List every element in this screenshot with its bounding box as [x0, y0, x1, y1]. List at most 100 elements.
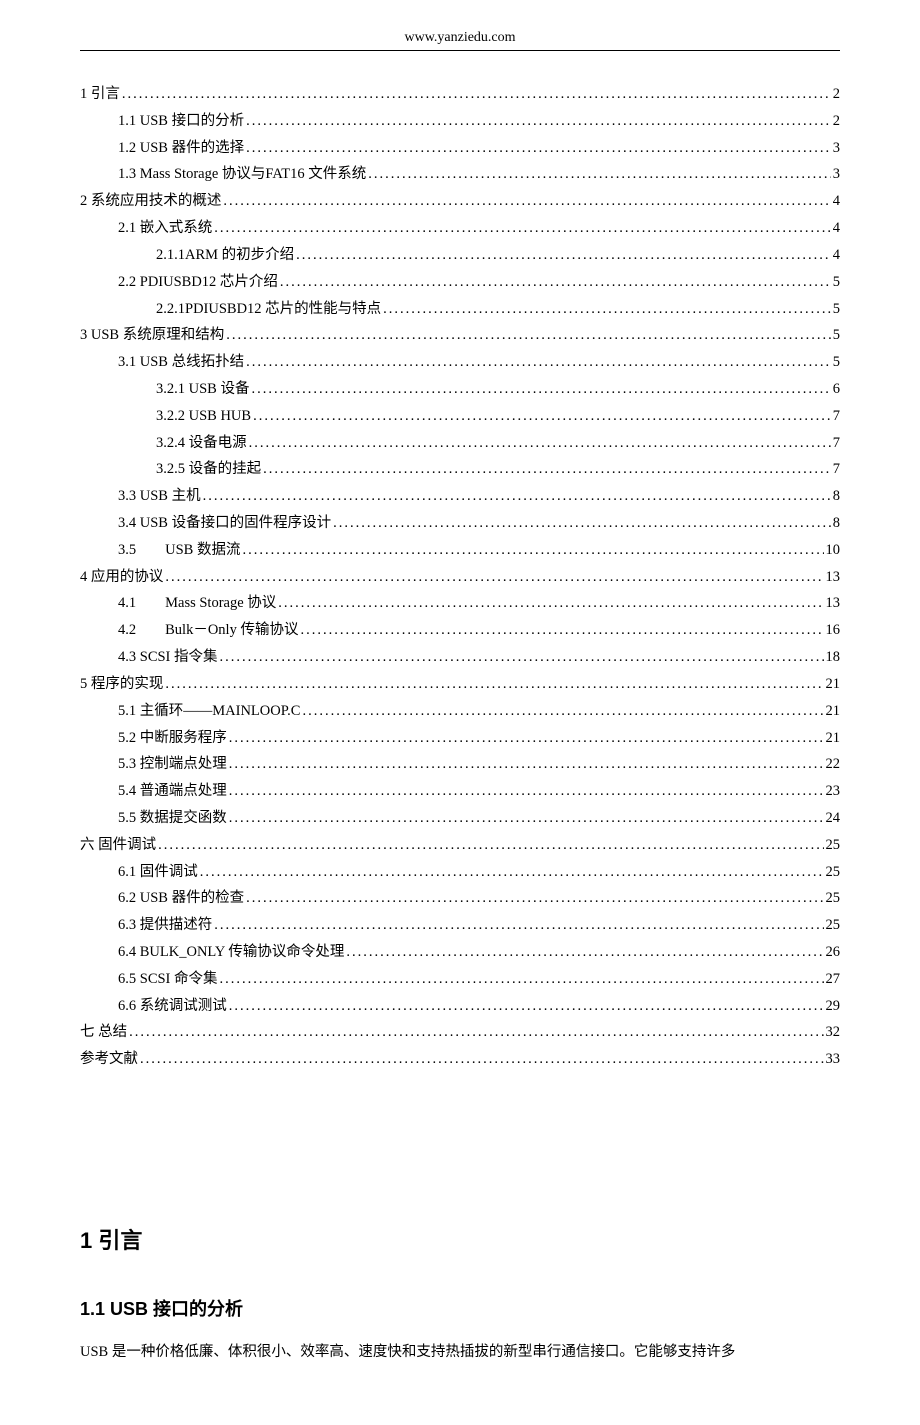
header-divider — [80, 50, 840, 51]
toc-entry[interactable]: 六 固件调试25 — [80, 832, 840, 859]
toc-leader-dots — [253, 403, 831, 430]
toc-entry-page: 7 — [833, 456, 840, 483]
toc-leader-dots — [249, 430, 831, 457]
toc-entry[interactable]: 5.5 数据提交函数24 — [80, 805, 840, 832]
toc-entry[interactable]: 6.2 USB 器件的检查25 — [80, 885, 840, 912]
toc-entry-title: 4.3 SCSI 指令集 — [118, 644, 218, 671]
toc-leader-dots — [368, 161, 831, 188]
toc-entry[interactable]: 3.4 USB 设备接口的固件程序设计 8 — [80, 510, 840, 537]
toc-entry[interactable]: 5.1 主循环——MAINLOOP.C 21 — [80, 698, 840, 725]
toc-entry[interactable]: 4 应用的协议 13 — [80, 564, 840, 591]
toc-entry[interactable]: 5 程序的实现21 — [80, 671, 840, 698]
toc-entry[interactable]: 3.2.4 设备电源7 — [80, 430, 840, 457]
toc-entry[interactable]: 5.4 普通端点处理23 — [80, 778, 840, 805]
section-heading-1: 1 引言 — [80, 1223, 840, 1255]
toc-entry-title: 4.2 Bulk－Only 传输协议 — [118, 617, 298, 644]
toc-entry-title: 七 总结 — [80, 1019, 127, 1046]
toc-entry-title: 1.3 Mass Storage 协议与FAT16 文件系统 — [118, 161, 366, 188]
toc-entry[interactable]: 1.2 USB 器件的选择3 — [80, 135, 840, 162]
toc-entry-page: 13 — [826, 564, 841, 591]
toc-entry[interactable]: 2.1.1ARM 的初步介绍4 — [80, 242, 840, 269]
toc-entry-page: 2 — [833, 81, 840, 108]
toc-leader-dots — [203, 483, 831, 510]
toc-entry-title: 3.2.2 USB HUB — [156, 403, 251, 430]
toc-entry-title: 参考文献 — [80, 1046, 138, 1073]
toc-entry[interactable]: 3.1 USB 总线拓扑结 5 — [80, 349, 840, 376]
toc-entry[interactable]: 6.6 系统调试测试29 — [80, 993, 840, 1020]
toc-entry[interactable]: 2.2.1PDIUSBD12 芯片的性能与特点5 — [80, 296, 840, 323]
toc-leader-dots — [333, 510, 831, 537]
body-paragraph: USB 是一种价格低廉、体积很小、效率高、速度快和支持热插拔的新型串行通信接口。… — [80, 1339, 840, 1365]
toc-leader-dots — [129, 1019, 823, 1046]
toc-entry-page: 3 — [833, 161, 840, 188]
toc-leader-dots — [229, 778, 824, 805]
toc-leader-dots — [278, 590, 823, 617]
toc-leader-dots — [263, 456, 831, 483]
toc-entry[interactable]: 1 引言2 — [80, 81, 840, 108]
toc-entry[interactable]: 1.3 Mass Storage 协议与FAT16 文件系统 3 — [80, 161, 840, 188]
toc-entry-page: 25 — [826, 885, 841, 912]
toc-entry-page: 33 — [826, 1046, 841, 1073]
toc-leader-dots — [220, 644, 824, 671]
toc-entry-title: 5.4 普通端点处理 — [118, 778, 227, 805]
toc-entry-page: 21 — [826, 698, 841, 725]
toc-entry[interactable]: 6.1 固件调试25 — [80, 859, 840, 886]
toc-entry[interactable]: 5.3 控制端点处理22 — [80, 751, 840, 778]
content-spacer — [80, 1073, 840, 1223]
toc-leader-dots — [214, 215, 831, 242]
section-heading-1-1: 1.1 USB 接口的分析 — [80, 1295, 840, 1321]
toc-entry[interactable]: 3.3 USB 主机 8 — [80, 483, 840, 510]
toc-entry[interactable]: 3.2.5 设备的挂起7 — [80, 456, 840, 483]
toc-entry[interactable]: 4.2 Bulk－Only 传输协议 16 — [80, 617, 840, 644]
toc-entry[interactable]: 2 系统应用技术的概述4 — [80, 188, 840, 215]
toc-entry[interactable]: 5.2 中断服务程序21 — [80, 725, 840, 752]
toc-entry-title: 3.1 USB 总线拓扑结 — [118, 349, 244, 376]
toc-leader-dots — [383, 296, 831, 323]
toc-leader-dots — [220, 966, 824, 993]
toc-entry-page: 2 — [833, 108, 840, 135]
toc-entry-title: 4 应用的协议 — [80, 564, 163, 591]
toc-entry[interactable]: 4.1 Mass Storage 协议 13 — [80, 590, 840, 617]
toc-entry-page: 13 — [826, 590, 841, 617]
toc-entry-page: 8 — [833, 510, 840, 537]
toc-entry-title: 4.1 Mass Storage 协议 — [118, 590, 276, 617]
toc-entry-page: 16 — [826, 617, 841, 644]
toc-leader-dots — [223, 188, 830, 215]
toc-entry-title: 3.5 USB 数据流 — [118, 537, 240, 564]
toc-leader-dots — [251, 376, 830, 403]
toc-entry[interactable]: 3.2.2 USB HUB 7 — [80, 403, 840, 430]
toc-entry[interactable]: 4.3 SCSI 指令集 18 — [80, 644, 840, 671]
toc-entry[interactable]: 七 总结32 — [80, 1019, 840, 1046]
toc-entry[interactable]: 3.5 USB 数据流10 — [80, 537, 840, 564]
toc-entry-title: 3 USB 系统原理和结构 — [80, 322, 224, 349]
toc-entry-page: 8 — [833, 483, 840, 510]
toc-entry[interactable]: 参考文献 33 — [80, 1046, 840, 1073]
toc-entry[interactable]: 6.5 SCSI 命令集27 — [80, 966, 840, 993]
toc-entry-title: 1.1 USB 接口的分析 — [118, 108, 244, 135]
toc-entry[interactable]: 3 USB 系统原理和结构5 — [80, 322, 840, 349]
toc-leader-dots — [246, 885, 823, 912]
toc-entry-title: 3.2.4 设备电源 — [156, 430, 247, 457]
toc-entry-title: 5.1 主循环——MAINLOOP.C — [118, 698, 300, 725]
toc-entry[interactable]: 3.2.1 USB 设备6 — [80, 376, 840, 403]
toc-leader-dots — [158, 832, 823, 859]
toc-entry-title: 2.1.1ARM 的初步介绍 — [156, 242, 294, 269]
toc-entry-page: 5 — [833, 349, 840, 376]
toc-entry[interactable]: 1.1 USB 接口的分析 2 — [80, 108, 840, 135]
toc-entry[interactable]: 2.1 嵌入式系统4 — [80, 215, 840, 242]
toc-entry-page: 25 — [826, 832, 841, 859]
toc-entry-title: 3.3 USB 主机 — [118, 483, 201, 510]
toc-leader-dots — [200, 859, 824, 886]
toc-entry[interactable]: 6.4 BULK_ONLY 传输协议命令处理26 — [80, 939, 840, 966]
toc-entry-page: 29 — [826, 993, 841, 1020]
toc-entry-title: 5.5 数据提交函数 — [118, 805, 227, 832]
toc-leader-dots — [246, 135, 831, 162]
toc-entry-page: 18 — [826, 644, 841, 671]
toc-entry[interactable]: 6.3 提供描述符25 — [80, 912, 840, 939]
toc-entry[interactable]: 2.2 PDIUSBD12 芯片介绍5 — [80, 269, 840, 296]
toc-leader-dots — [300, 617, 823, 644]
toc-entry-title: 3.4 USB 设备接口的固件程序设计 — [118, 510, 331, 537]
toc-entry-title: 2.1 嵌入式系统 — [118, 215, 212, 242]
toc-entry-page: 7 — [833, 403, 840, 430]
toc-leader-dots — [229, 993, 824, 1020]
